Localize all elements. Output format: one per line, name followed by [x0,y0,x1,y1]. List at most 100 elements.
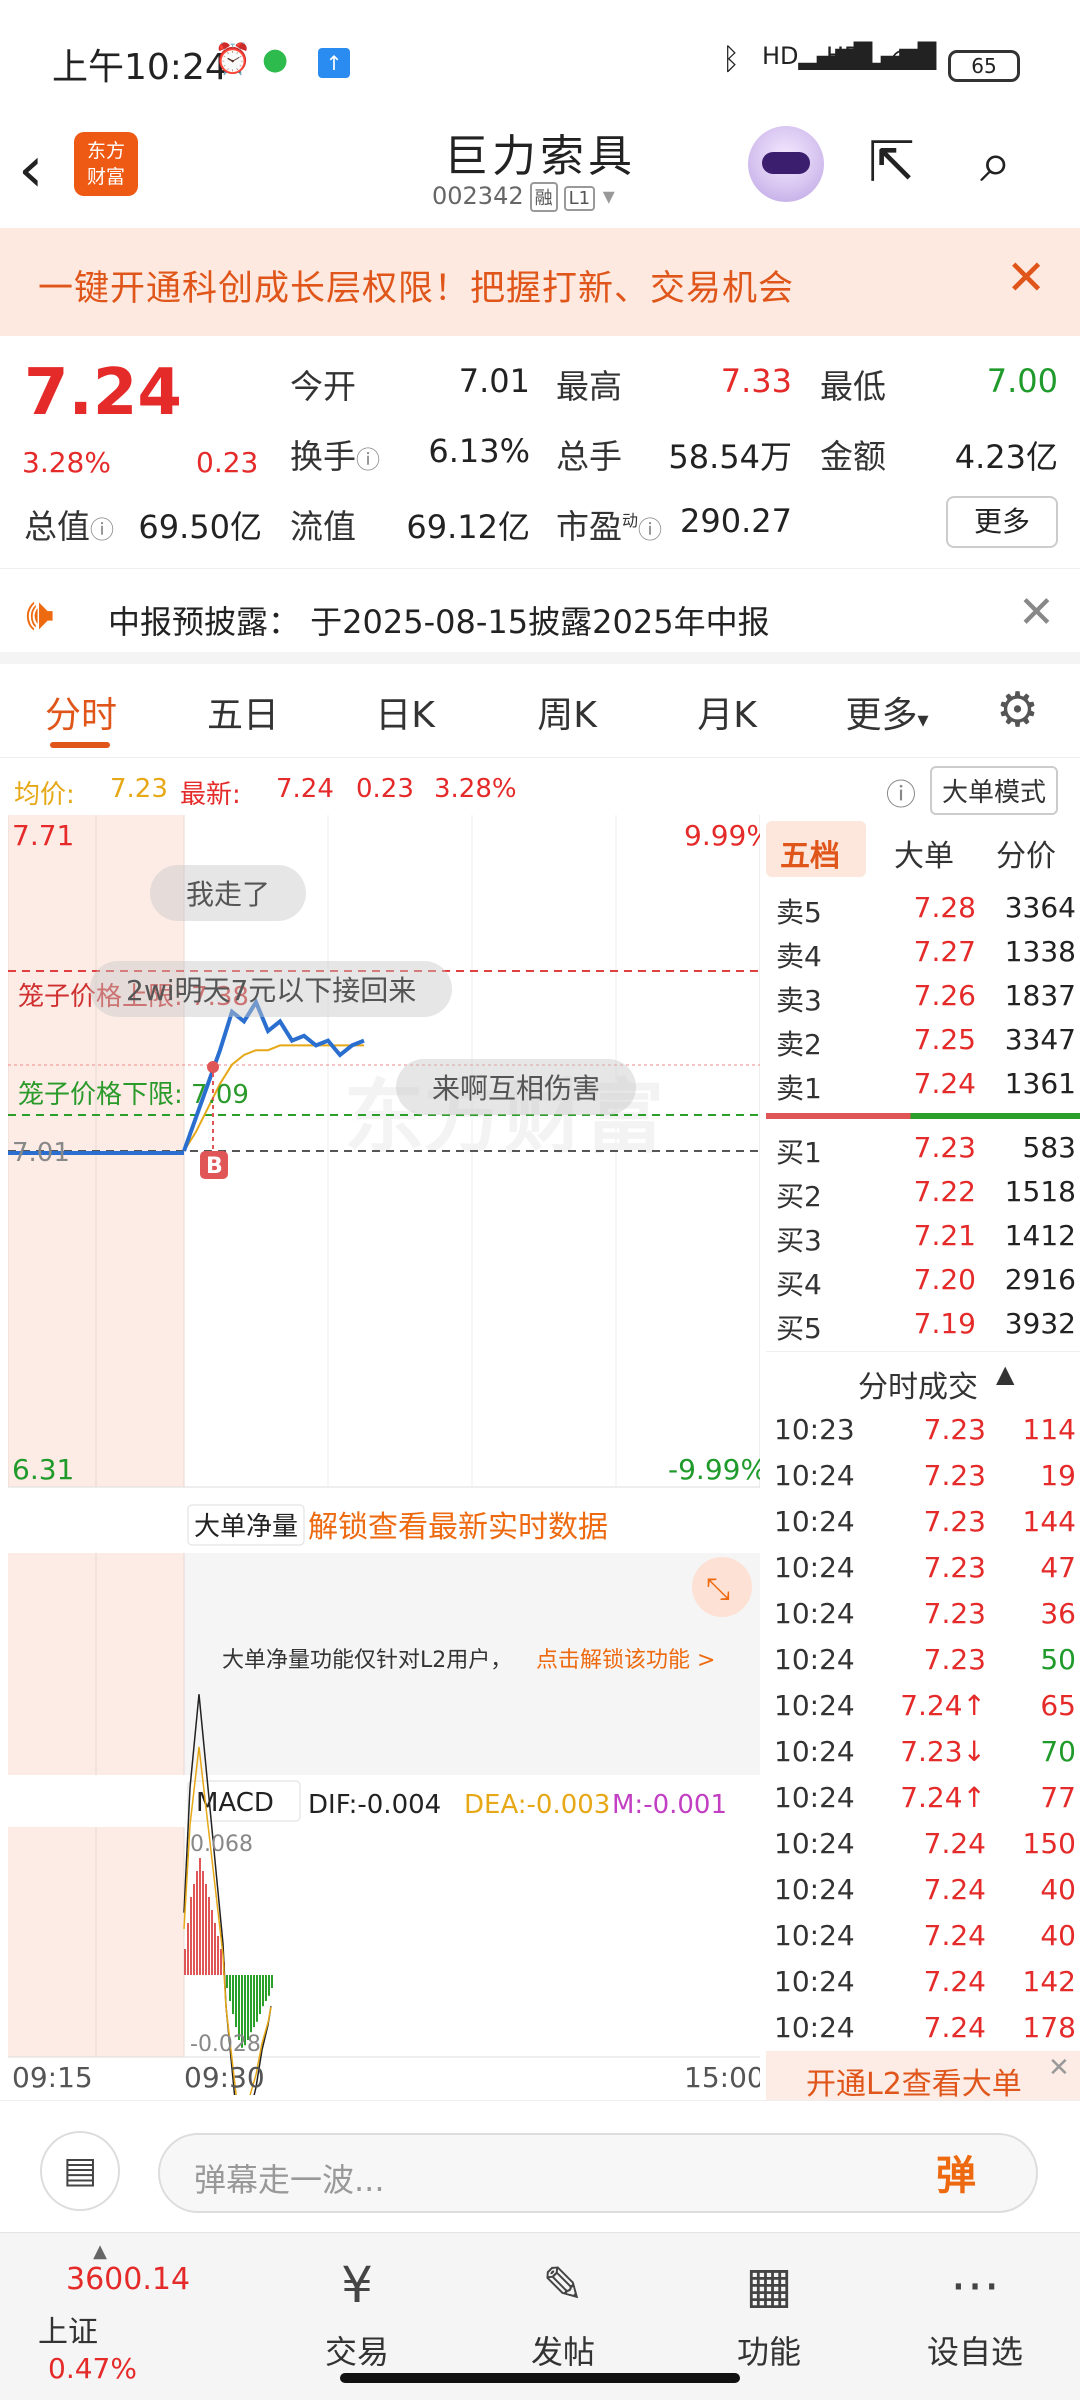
nav-functions-label: 功能 [736,2333,801,2371]
nav-trade[interactable]: ¥ 交易 [282,2253,432,2373]
trades-header[interactable]: 分时成交 ▲ [766,1351,1080,1407]
chevron-down-icon[interactable]: ▾ [595,182,615,210]
tab-big-order[interactable]: 大单 [894,831,954,875]
trade-price: 7.24 [923,1919,986,1952]
tab-level5[interactable]: 五档 [780,831,840,875]
high-value: 7.33 [720,362,792,400]
more-dots-icon: ⋯ [950,2256,1000,2314]
tab-price-dist[interactable]: 分价 [996,831,1056,875]
macd-top-label: 0.068 [190,1832,253,1857]
trade-price: 7.24 [923,1827,986,1860]
buy-level-row[interactable]: 买5 7.19 3932 [766,1301,1080,1345]
mcap-label: 总值ⓘ [24,500,114,548]
sell-level-row[interactable]: 卖5 7.28 3364 [766,885,1080,929]
trade-volume: 114 [1022,1413,1076,1446]
gear-icon[interactable]: ⚙ [996,682,1039,738]
info-icon[interactable]: ⓘ [356,446,380,474]
macd-bar [232,1975,234,2014]
macd-bar [214,1923,216,1975]
close-icon[interactable]: ✕ [1006,250,1046,306]
search-icon[interactable]: ⌕ [980,130,1011,196]
close-icon[interactable]: ✕ [1018,587,1055,638]
trade-row: 10:24 7.23 47 [766,1543,1080,1589]
nav-functions[interactable]: ▦ 功能 [694,2253,844,2373]
intraday-chart[interactable]: 东方财富 B 7.71 6.31 9.99% -9.99% 7.01 笼子价格上… [7,815,773,2153]
share-icon[interactable]: ⇱ [868,130,915,195]
tab-intraday[interactable]: 分时 [16,686,146,738]
trade-row: 10:24 7.24 142 [766,1957,1080,2003]
comment-settings-icon[interactable]: ▤ [40,2131,120,2211]
trade-price: 7.24 [923,1873,986,1906]
sell-level-row[interactable]: 卖1 7.24 1361 [766,1061,1080,1105]
nav-post-label: 发帖 [530,2333,595,2371]
pe-value: 290.27 [680,502,792,540]
level-tag: L1 [563,186,596,211]
tab-more[interactable]: 更多▾ [822,686,952,738]
trade-volume: 65 [1040,1689,1076,1722]
tab-more-label: 更多 [845,695,918,736]
trade-volume: 142 [1022,1965,1076,1998]
buy-level-row[interactable]: 买3 7.21 1412 [766,1213,1080,1257]
float-label: 流值 [290,507,356,546]
trade-volume: 77 [1040,1781,1076,1814]
high-label: 最高 [556,367,622,406]
net-unlock-link: 点击解锁该功能 > [536,1648,715,1673]
trade-time: 10:24 [774,1505,855,1538]
trade-volume: 40 [1040,1919,1076,1952]
notice-bar[interactable]: 🕪 中报预披露： 于2025-08-15披露2025年中报 ✕ [0,568,1080,664]
macd-bar [271,1975,273,1988]
turnover-label-text: 换手 [290,437,356,476]
info-icon[interactable]: ⓘ [90,516,114,544]
help-icon[interactable]: ⓘ [886,770,916,814]
mcap-value: 69.50亿 [138,508,262,546]
robot-avatar[interactable] [748,126,824,202]
tab-weekly[interactable]: 周K [502,686,632,738]
level-label: 买4 [776,1268,822,1301]
macd-bottom-label: -0.028 [190,2032,261,2057]
macd-bar [184,1949,186,1975]
trade-volume: 36 [1040,1597,1076,1630]
dea-value: DEA:-0.003 [464,1790,610,1820]
nav-post[interactable]: ✎ 发帖 [488,2253,638,2373]
macd-bar [196,1871,198,1975]
trade-price: 7.23 [923,1459,986,1492]
quote-panel: 7.24 3.28% 0.23 今开 7.01 最高 7.33 最低 7.00 … [0,336,1080,568]
tab-5day[interactable]: 五日 [178,686,308,738]
nav-watchlist[interactable]: ⋯ 设自选 [900,2253,1050,2373]
buy-level-row[interactable]: 买1 7.23 583 [766,1125,1080,1169]
big-order-mode-button[interactable]: 大单模式 [930,766,1059,815]
level-label: 买3 [776,1224,822,1257]
bid-ask-ratio-bar [766,1113,1080,1119]
trade-row: 10:24 7.23↓ 70 [766,1727,1080,1773]
tab-monthly[interactable]: 月K [662,686,792,738]
macd-bar [262,1975,264,2007]
last-value: 7.24 [276,774,334,804]
trade-time: 10:24 [774,1551,855,1584]
macd-bar [250,1975,252,2033]
trade-volume: 47 [1040,1551,1076,1584]
index-ticker[interactable]: ▲ 3600.14 上证 0.47% [20,2241,190,2386]
more-button[interactable]: 更多 [946,496,1058,548]
macd-bar [226,1975,228,1988]
trade-row: 10:24 7.24 40 [766,1911,1080,1957]
trade-volume: 40 [1040,1873,1076,1906]
edit-icon: ✎ [542,2256,584,2314]
sell-level-row[interactable]: 卖3 7.26 1837 [766,973,1080,1017]
trade-price: 7.23 [923,1643,986,1676]
macd-bar [268,1975,270,1996]
nav-trade-label: 交易 [324,2333,389,2371]
buy-level-row[interactable]: 买2 7.22 1518 [766,1169,1080,1213]
l2-banner[interactable]: 开通L2查看大单 ✕ [766,2051,1080,2102]
buy-marker-text: B [206,1154,223,1179]
buy-level-row[interactable]: 买4 7.20 2916 [766,1257,1080,1301]
danmaku-toggle-icon[interactable]: 弹 [936,2143,996,2203]
level-price: 7.27 [913,935,976,968]
volume-value: 58.54万 [668,438,792,476]
trade-volume: 178 [1022,2011,1076,2044]
tab-daily[interactable]: 日K [340,686,470,738]
sell-level-row[interactable]: 卖2 7.25 3347 [766,1017,1080,1061]
promo-banner[interactable]: 一键开通科创成长层权限！把握打新、交易机会 ✕ [0,228,1080,336]
danmaku-input[interactable]: 弹幕走一波... 弹 [158,2133,1038,2213]
close-icon[interactable]: ✕ [1048,2053,1070,2083]
sell-level-row[interactable]: 卖4 7.27 1338 [766,929,1080,973]
